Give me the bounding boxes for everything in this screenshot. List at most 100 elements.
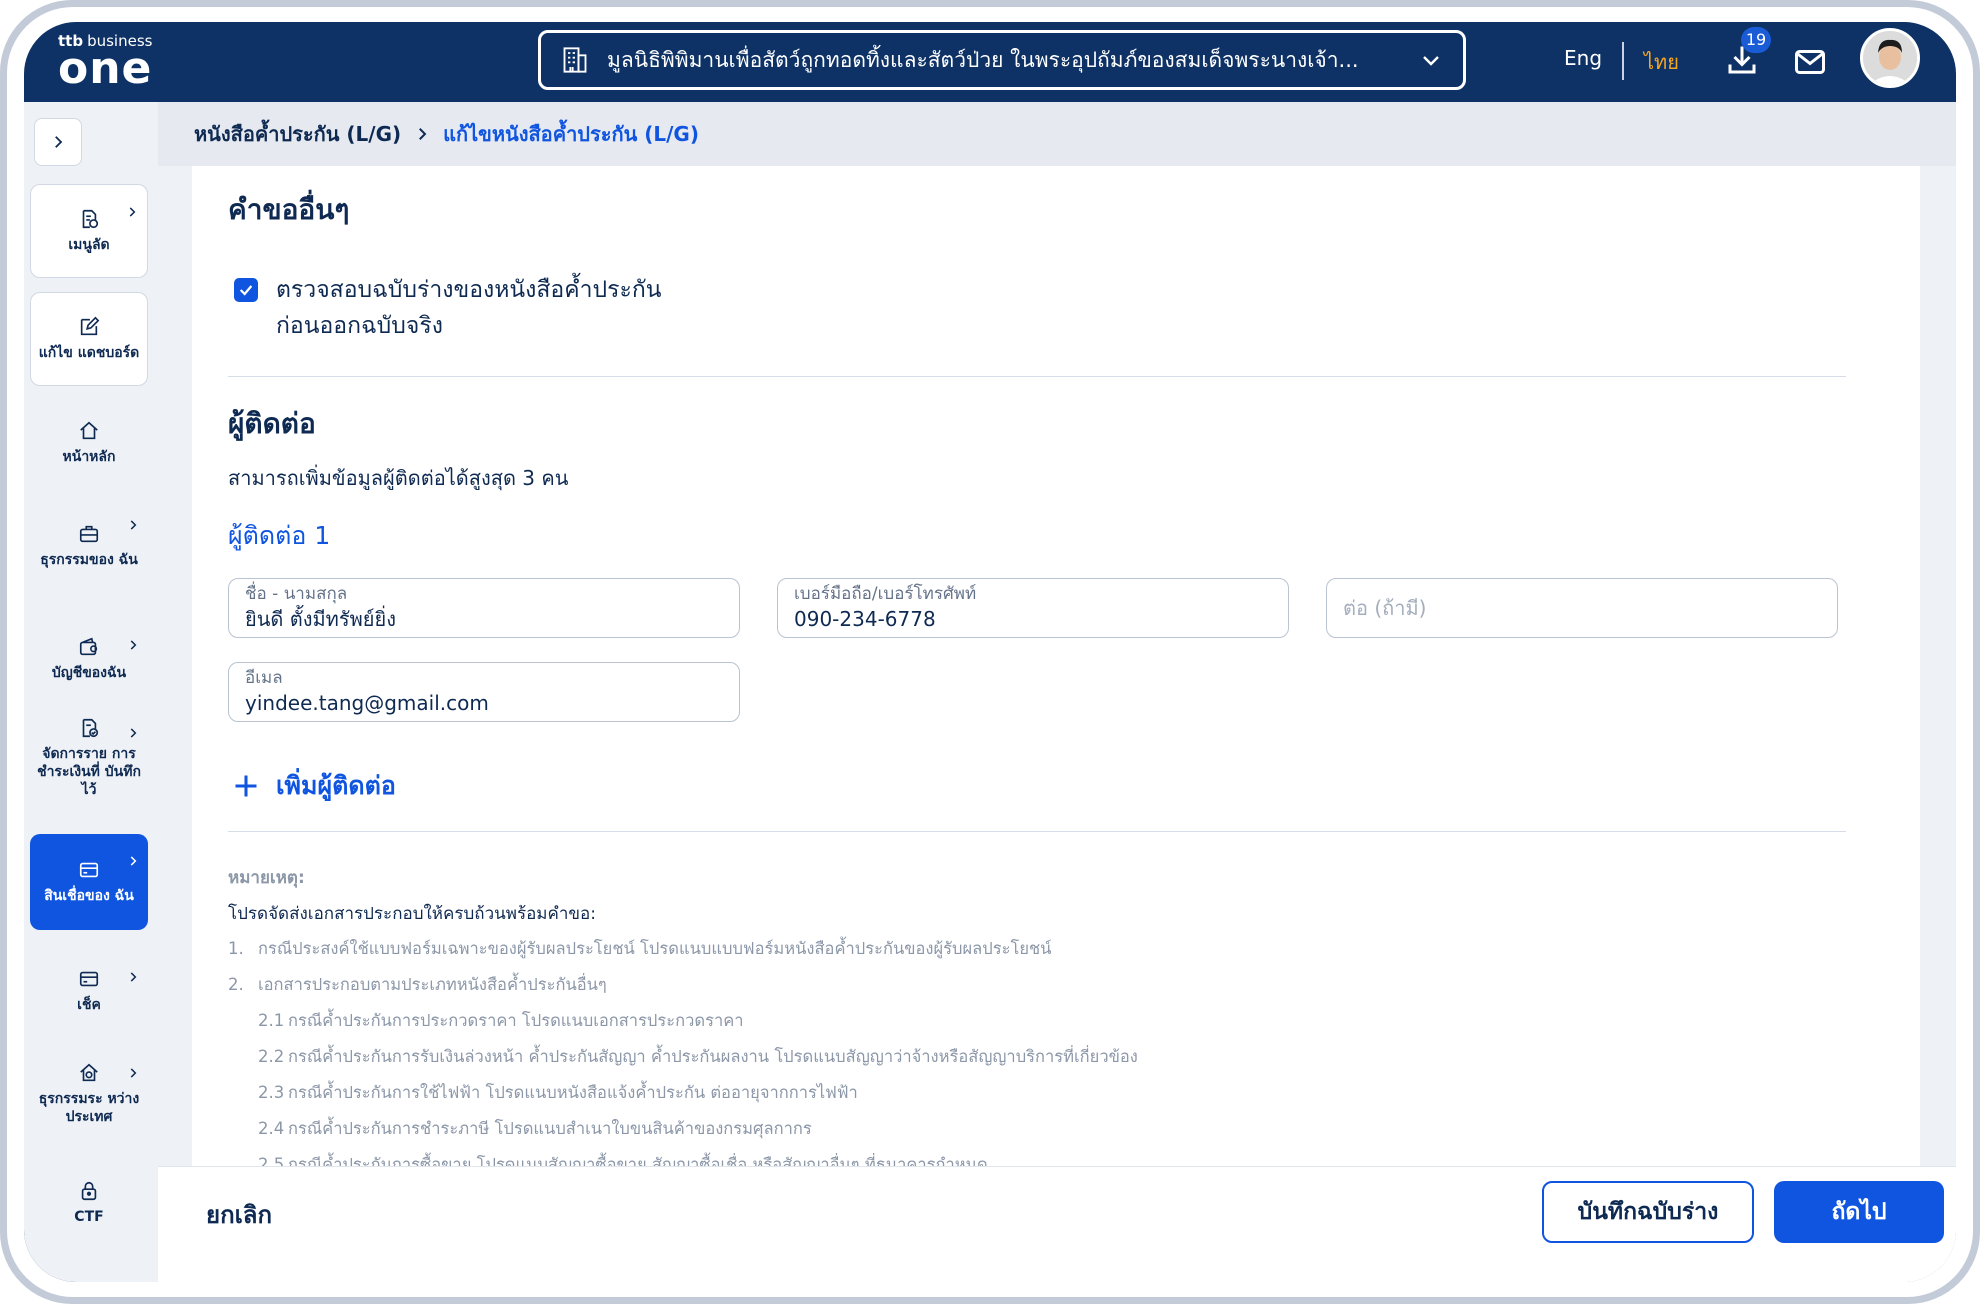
breadcrumb: หนังสือค้ำประกัน (L/G) แก้ไขหนังสือค้ำปร… [158, 102, 1956, 166]
sidebar-item-edit-dashboard[interactable]: แก้ไข แดชบอร์ด [30, 292, 148, 386]
note-text: กรณีค้ำประกันการชำระภาษี โปรดแนบสำเนาใบข… [288, 1119, 812, 1138]
draft-review-label: ตรวจสอบฉบับร่างของหนังสือค้ำประกัน ก่อนอ… [276, 272, 736, 344]
cheque-icon [79, 971, 99, 987]
contact-phone-field[interactable]: เบอร์มือถือ/เบอร์โทรศัพท์ 090-234-6778 [777, 578, 1289, 638]
add-contact-label: เพิ่มผู้ติดต่อ [276, 771, 396, 800]
note-item: 2. เอกสารประกอบตามประเภทหนังสือค้ำประกันอ… [228, 972, 607, 998]
lock-icon [81, 1181, 97, 1201]
plus-icon [235, 775, 257, 797]
document-check-icon [82, 718, 99, 738]
sidebar-item-cheque[interactable]: เช็ค [30, 950, 148, 1032]
contacts-subtitle: สามารถเพิ่มข้อมูลผู้ติดต่อได้สูงสุด 3 คน [228, 466, 569, 490]
draft-review-checkbox[interactable] [234, 278, 258, 302]
note-text: กรณีค้ำประกันการประกวดราคา โปรดแนบเอกสาร… [288, 1011, 744, 1030]
sidebar-item-label: ธุรกรรมของ ฉัน [40, 552, 138, 568]
globe-home-icon [80, 1063, 98, 1082]
save-draft-button[interactable]: บันทึกฉบับร่าง [1542, 1181, 1754, 1243]
company-name: มูลนิธิพิพิมานเพื่อสัตว์ถูกทอดทิ้งและสัต… [607, 47, 1359, 72]
notes-subheading: โปรดจัดส่งเอกสารประกอบให้ครบถ้วนพร้อมคำข… [228, 904, 596, 924]
sidebar-item-label: จัดการราย การชำระเงินที่ บันทึกไว้ [37, 746, 141, 798]
note-number: 2.3 [258, 1083, 285, 1102]
contact-email-value: yindee.tang@gmail.com [245, 691, 489, 715]
sidebar-item-label: CTF [74, 1209, 104, 1225]
avatar[interactable] [1860, 28, 1920, 88]
contact-email-field[interactable]: อีเมล yindee.tang@gmail.com [228, 662, 740, 722]
note-item: 1. กรณีประสงค์ใช้แบบฟอร์มเฉพาะของผู้รับผล… [228, 936, 1051, 962]
sidebar-item-label: หน้าหลัก [62, 449, 116, 465]
note-item: 2.1 กรณีค้ำประกันการประกวดราคา โปรดแนบเอก… [258, 1008, 744, 1034]
breadcrumb-parent[interactable]: หนังสือค้ำประกัน (L/G) [194, 118, 401, 150]
contact-email-label: อีเมล [245, 668, 283, 688]
note-text: กรณีค้ำประกันการซื้อขาย โปรดแนบสัญญาซื้อ… [288, 1155, 988, 1166]
sidebar-item-ctf[interactable]: CTF [30, 1162, 148, 1244]
logo-main: one [58, 43, 153, 94]
chevron-right-icon [419, 128, 427, 140]
section-divider [228, 831, 1846, 832]
lang-thai[interactable]: ไทย [1644, 46, 1679, 78]
mail-icon[interactable] [1792, 44, 1828, 80]
content-gutter-right [1920, 166, 1956, 1166]
building-icon [563, 47, 587, 73]
sidebar-item-international[interactable]: ธุรกรรมระ หว่างประเทศ [30, 1046, 148, 1142]
cancel-button[interactable]: ยกเลิก [206, 1195, 272, 1234]
note-text: เอกสารประกอบตามประเภทหนังสือค้ำประกันอื่… [258, 975, 607, 994]
edit-icon [80, 316, 100, 336]
draft-review-checkbox-row[interactable]: ตรวจสอบฉบับร่างของหนังสือค้ำประกัน ก่อนอ… [234, 272, 736, 344]
content-gutter-left [158, 166, 192, 1166]
sidebar-item-my-account[interactable]: บัญชีของฉัน [30, 618, 148, 700]
chevron-right-icon [130, 856, 137, 866]
sidebar-item-my-loans[interactable]: สินเชื่อของ ฉัน [30, 834, 148, 930]
notes-heading: หมายเหตุ: [228, 868, 305, 888]
note-item: 2.3 กรณีค้ำประกันการใช้ไฟฟ้า โปรดแนบหนังส… [258, 1080, 858, 1106]
draft-review-label-line2: ก่อนออกฉบับจริง [276, 313, 443, 339]
note-text: กรณีประสงค์ใช้แบบฟอร์มเฉพาะของผู้รับผลปร… [258, 939, 1052, 958]
note-number: 2.4 [258, 1119, 285, 1138]
contact-phone-value: 090-234-6778 [794, 607, 936, 631]
contact-1-title: ผู้ติดต่อ 1 [228, 521, 331, 550]
contact-extension-field[interactable]: ต่อ (ถ้ามี) [1326, 578, 1838, 638]
note-item: 2.5 กรณีค้ำประกันการซื้อขาย โปรดแนบสัญญาซ… [258, 1152, 988, 1166]
contact-name-value: ยินดี ตั้งมีทรัพย์ยิ่ง [245, 607, 396, 631]
sidebar-item-label: แก้ไข แดชบอร์ด [38, 345, 140, 361]
sidebar-item-home[interactable]: หน้าหลัก [30, 402, 148, 484]
note-number: 2.2 [258, 1047, 285, 1066]
add-contact-button[interactable]: เพิ่มผู้ติดต่อ [232, 766, 396, 806]
contact-phone-label: เบอร์มือถือ/เบอร์โทรศัพท์ [794, 584, 977, 604]
next-button[interactable]: ถัดไป [1774, 1181, 1944, 1243]
contacts-title: ผู้ติดต่อ [228, 407, 316, 440]
sidebar-item-my-transactions[interactable]: ธุรกรรมของ ฉัน [30, 498, 148, 594]
other-requests-title: คำขออื่นๆ [228, 193, 350, 226]
company-selector[interactable]: มูลนิธิพิพิมานเพื่อสัตว์ถูกทอดทิ้งและสัต… [538, 30, 1466, 90]
main-area: หนังสือค้ำประกัน (L/G) แก้ไขหนังสือค้ำปร… [158, 102, 1956, 1282]
lang-english[interactable]: Eng [1564, 46, 1602, 70]
check-icon [239, 285, 253, 296]
note-text: กรณีค้ำประกันการใช้ไฟฟ้า โปรดแนบหนังสือแ… [288, 1083, 858, 1102]
card-icon [79, 862, 99, 878]
contact-extension-placeholder: ต่อ (ถ้ามี) [1343, 596, 1427, 620]
sidebar-toggle-button[interactable] [34, 118, 82, 166]
sidebar: เมนูลัด แก้ไข แดชบอร์ด หน้าหลัก ธุรกรรมข… [24, 102, 158, 1282]
sidebar-item-shortcut[interactable]: เมนูลัด [30, 184, 148, 278]
sidebar-item-label: สินเชื่อของ ฉัน [44, 888, 134, 904]
contact-name-field[interactable]: ชื่อ - นามสกุล ยินดี ตั้งมีทรัพย์ยิ่ง [228, 578, 740, 638]
wallet-icon [79, 637, 98, 656]
briefcase-icon [79, 525, 99, 543]
app-logo[interactable]: ttb business one [58, 32, 153, 94]
contact-name-label: ชื่อ - นามสกุล [245, 584, 348, 604]
note-text: กรณีค้ำประกันการรับเงินล่วงหน้า ค้ำประกั… [288, 1047, 1138, 1066]
sidebar-item-label: เมนูลัด [68, 237, 110, 253]
note-number: 2.1 [258, 1011, 285, 1030]
download-badge: 19 [1741, 27, 1771, 53]
home-icon [80, 421, 98, 440]
sidebar-item-label: เช็ค [77, 997, 101, 1013]
sidebar-item-saved-payments[interactable]: จัดการราย การชำระเงินที่ บันทึกไว้ [30, 706, 148, 810]
top-header: ttb business one มูลนิธิพิพิมานเพื่อสัตว… [24, 22, 1956, 102]
lang-divider [1622, 42, 1624, 80]
footer-bar: ยกเลิก บันทึกฉบับร่าง ถัดไป [158, 1166, 1956, 1282]
sidebar-item-label: บัญชีของฉัน [51, 665, 127, 681]
chevron-right-icon [130, 640, 137, 650]
chevron-right-icon [55, 136, 63, 148]
chevron-right-icon [130, 728, 137, 738]
note-number: 1. [228, 939, 244, 958]
note-number: 2.5 [258, 1155, 285, 1166]
